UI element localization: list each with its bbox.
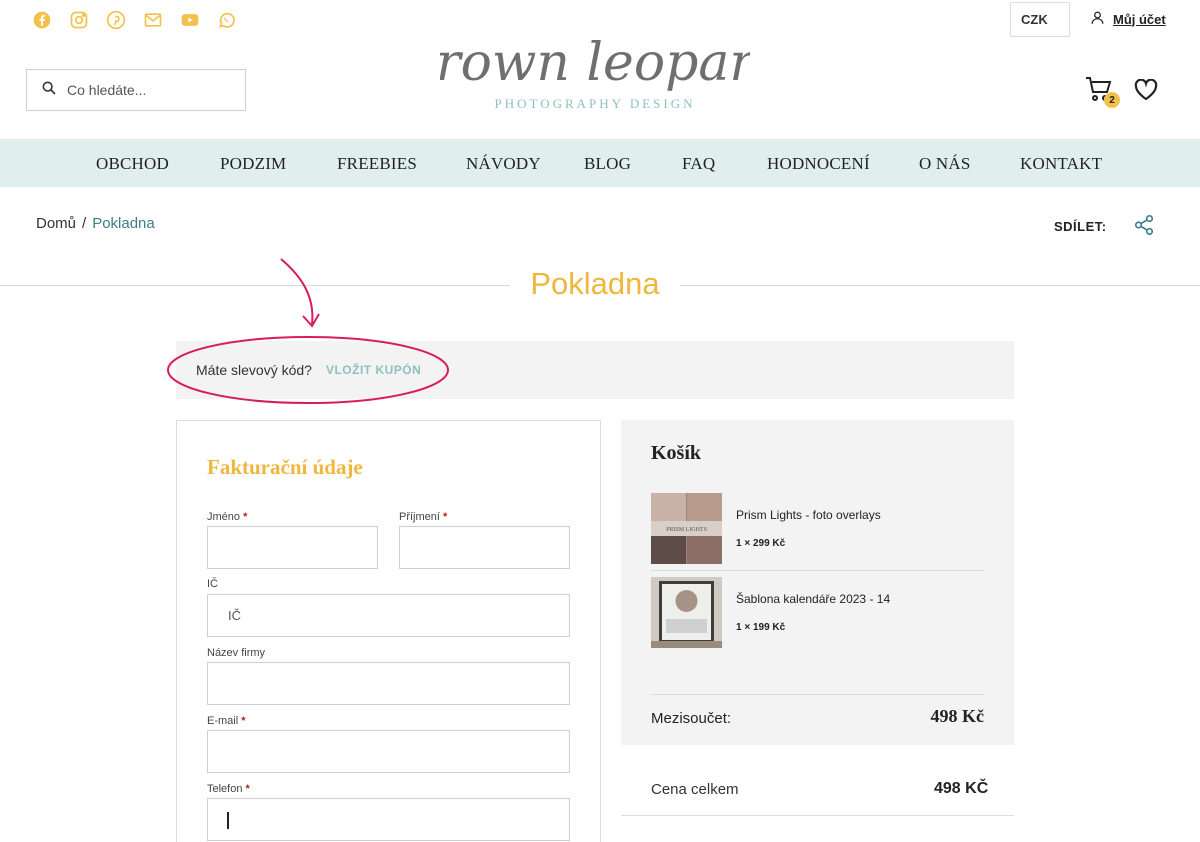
cart-item-name[interactable]: Šablona kalendáře 2023 - 14: [736, 592, 890, 606]
phone-label: Telefon *: [207, 783, 250, 795]
site-logo[interactable]: brown leopard PHOTOGRAPHY DESIGN: [402, 14, 787, 118]
annotation-arrow-icon: [280, 258, 320, 328]
nav-item-obchod[interactable]: OBCHOD: [96, 154, 169, 174]
wishlist-button[interactable]: [1134, 78, 1158, 106]
billing-title: Fakturační údaje: [207, 455, 363, 479]
email-icon[interactable]: [143, 9, 180, 31]
nav-item-navody[interactable]: NÁVODY: [466, 154, 541, 174]
last-name-label: Příjmení *: [399, 511, 448, 523]
currency-selector[interactable]: CZK: [1010, 2, 1070, 37]
subtotal-divider: [651, 694, 984, 695]
account-link[interactable]: Můj účet: [1090, 10, 1166, 28]
annotation-ellipse: [167, 336, 449, 404]
social-links: [32, 9, 254, 31]
total-value: 498 KČ: [934, 780, 989, 797]
title-divider-left: [0, 285, 510, 286]
share-label: SDÍLET:: [1054, 219, 1107, 234]
nav-item-hodnoceni[interactable]: HODNOCENÍ: [767, 154, 870, 174]
nav-item-kontakt[interactable]: KONTAKT: [1020, 154, 1102, 174]
share-icon[interactable]: [1133, 214, 1155, 239]
youtube-icon[interactable]: [180, 9, 217, 31]
email-field[interactable]: [207, 730, 570, 773]
cart-button[interactable]: 2: [1085, 76, 1120, 108]
breadcrumb-home[interactable]: Domů: [36, 215, 76, 232]
last-name-input[interactable]: [400, 527, 569, 568]
ic-label: IČ: [207, 578, 218, 590]
phone-field[interactable]: [207, 798, 570, 841]
nav-item-faq[interactable]: FAQ: [682, 154, 715, 174]
first-name-input[interactable]: [208, 527, 377, 568]
pinterest-icon[interactable]: [106, 9, 143, 31]
subtotal-label: Mezisoučet:: [651, 710, 732, 727]
cart-item-name[interactable]: Prism Lights - foto overlays: [736, 508, 881, 522]
cart-title: Košík: [651, 442, 702, 464]
search-box[interactable]: [26, 69, 246, 111]
nav-item-freebies[interactable]: FREEBIES: [337, 154, 417, 174]
text-cursor: [227, 812, 229, 829]
item-divider: [651, 570, 984, 571]
cart-item: Šablona kalendáře 2023 - 14 1 × 199 Kč: [651, 577, 984, 649]
cart-item: PRISM LIGHTS Prism Lights - foto overlay…: [651, 493, 984, 565]
breadcrumb: Domů / Pokladna: [36, 215, 155, 232]
cart-item-qty: 1 × 199 Kč: [736, 622, 786, 633]
ic-field[interactable]: [207, 594, 570, 637]
heart-icon: [1134, 78, 1158, 105]
whatsapp-icon[interactable]: [217, 9, 254, 31]
nav-item-blog[interactable]: BLOG: [584, 154, 631, 174]
account-label: Můj účet: [1113, 11, 1166, 27]
instagram-icon[interactable]: [69, 9, 106, 31]
search-input[interactable]: [67, 82, 227, 98]
product-thumbnail-caption: PRISM LIGHTS: [666, 527, 707, 533]
logo-subtext: PHOTOGRAPHY DESIGN: [495, 96, 696, 111]
total-label: Cena celkem: [651, 781, 739, 798]
cart-summary: Košík PRISM LIGHTS Prism Lights - foto o…: [621, 420, 1014, 745]
company-input[interactable]: [208, 663, 569, 704]
page-title: Pokladna: [530, 266, 660, 301]
phone-input[interactable]: [208, 799, 569, 840]
billing-form: Fakturační údaje Jméno * Příjmení * IČ N…: [176, 420, 601, 842]
currency-label: CZK: [1021, 12, 1048, 27]
company-label: Název firmy: [207, 647, 266, 659]
user-icon: [1090, 10, 1105, 28]
subtotal-value: 498 Kč: [930, 706, 985, 726]
email-input[interactable]: [208, 731, 569, 772]
first-name-field[interactable]: [207, 526, 378, 569]
last-name-field[interactable]: [399, 526, 570, 569]
nav-item-o-nas[interactable]: O NÁS: [919, 154, 971, 174]
share-section: SDÍLET:: [1054, 214, 1155, 239]
title-divider-right: [680, 285, 1200, 286]
product-thumbnail[interactable]: PRISM LIGHTS: [651, 493, 722, 564]
main-nav: OBCHOD PODZIM FREEBIES NÁVODY BLOG FAQ H…: [0, 139, 1200, 187]
facebook-icon[interactable]: [32, 9, 69, 31]
breadcrumb-separator: /: [82, 215, 87, 232]
email-label: E-mail *: [207, 715, 246, 727]
cart-item-qty: 1 × 299 Kč: [736, 538, 786, 549]
total-divider: [621, 815, 1014, 816]
breadcrumb-current: Pokladna: [92, 215, 155, 232]
first-name-label: Jméno *: [207, 511, 248, 523]
nav-item-podzim[interactable]: PODZIM: [220, 154, 286, 174]
search-icon: [41, 80, 57, 101]
cart-count-badge: 2: [1104, 92, 1120, 108]
product-thumbnail[interactable]: [651, 577, 722, 648]
logo-text: brown leopard: [440, 33, 750, 93]
company-field[interactable]: [207, 662, 570, 705]
ic-input[interactable]: [208, 595, 569, 636]
